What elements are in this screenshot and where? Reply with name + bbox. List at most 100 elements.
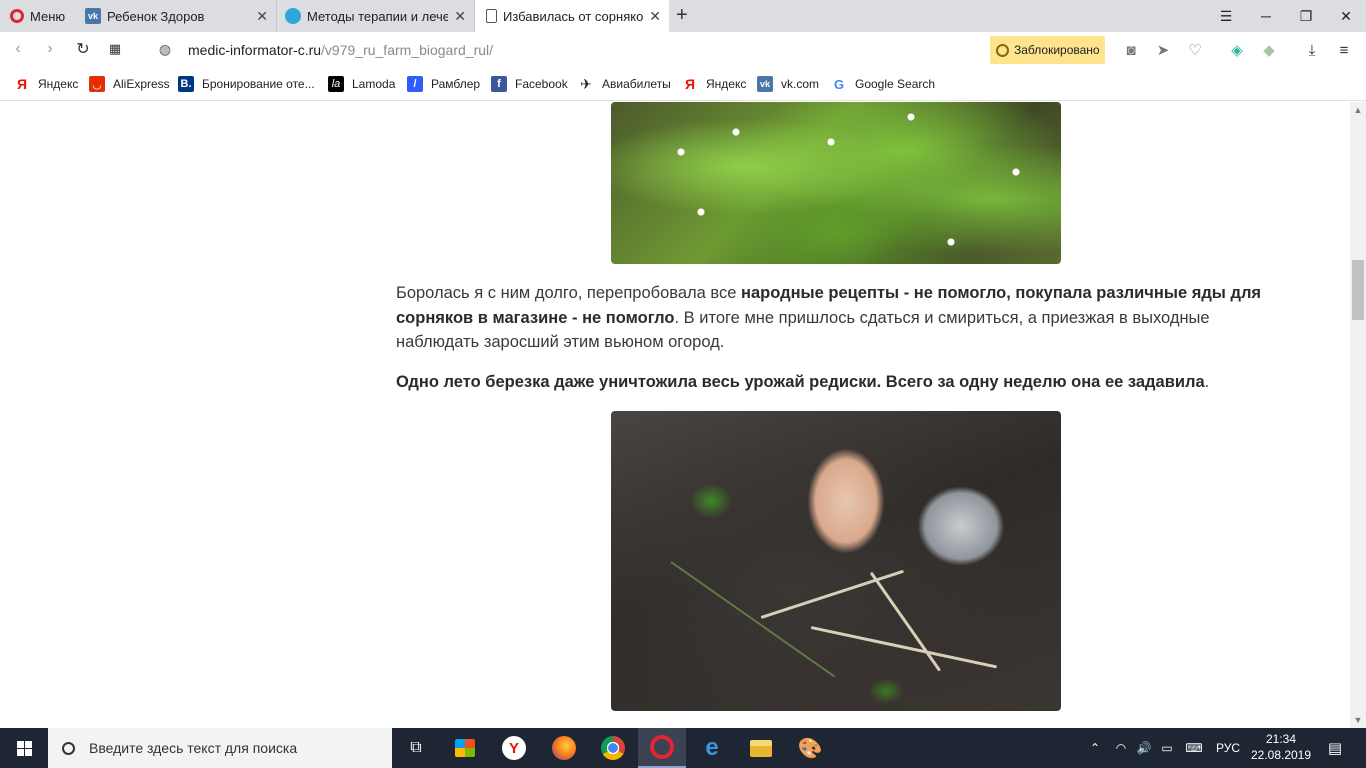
reload-icon[interactable]: ↻: [73, 39, 93, 59]
bookmark-label: Google Search: [855, 77, 936, 91]
back-icon[interactable]: ‹: [8, 39, 28, 59]
notifications-icon[interactable]: ▤: [1320, 728, 1350, 768]
close-tab-icon[interactable]: ✕: [649, 8, 661, 25]
article-paragraph-2: Одно лето березка даже уничтожила весь у…: [396, 370, 1286, 395]
yandex-icon: Я: [16, 76, 28, 92]
cube-extension-icon[interactable]: ◆: [1259, 40, 1279, 60]
bookmark-label: Яндекс: [38, 77, 79, 91]
adblock-label: Заблокировано: [1014, 43, 1100, 57]
minimize-button[interactable]: ─: [1246, 0, 1286, 32]
battery-icon[interactable]: ▭: [1156, 728, 1178, 768]
language-indicator[interactable]: РУС: [1210, 728, 1246, 768]
tab-label: Ребенок Здоров: [107, 8, 205, 24]
yandex-browser-icon[interactable]: Y: [490, 728, 538, 768]
firefox-icon[interactable]: [540, 728, 588, 768]
bookmark-label: Рамблер: [431, 77, 481, 91]
page-icon: [486, 9, 497, 23]
taskbar-search[interactable]: Введите здесь текст для поиска: [48, 728, 392, 768]
file-explorer-icon[interactable]: [737, 728, 785, 768]
p2-bold: Одно лето березка даже уничтожила весь у…: [396, 373, 1205, 391]
block-icon: [996, 43, 1009, 57]
vine-strand: [670, 561, 836, 678]
lamoda-icon: la: [328, 76, 344, 92]
globe-icon[interactable]: ◍: [155, 39, 175, 59]
windows-taskbar: Введите здесь текст для поиска ⧉ Y e 🎨 ⌃…: [0, 728, 1366, 768]
bookmark-label: vk.com: [781, 77, 820, 91]
clock-time: 21:34: [1265, 732, 1297, 746]
windows-logo-icon: [16, 740, 32, 756]
scroll-thumb[interactable]: [1352, 260, 1364, 320]
close-tab-icon[interactable]: ✕: [454, 8, 466, 25]
vpn-extension-icon[interactable]: ◈: [1227, 40, 1247, 60]
bookmark-aliexpress[interactable]: ◡ AliExpress: [89, 75, 170, 93]
close-tab-icon[interactable]: ✕: [256, 8, 268, 25]
root-strand: [869, 571, 942, 672]
show-hidden-icons-icon[interactable]: ⌃: [1084, 728, 1106, 768]
bookmark-google-search[interactable]: G Google Search: [831, 75, 935, 93]
booking-icon: B.: [178, 76, 194, 92]
bookmark-lamoda[interactable]: la Lamoda: [328, 75, 395, 93]
opera-menu-button[interactable]: Меню: [0, 0, 76, 32]
new-tab-button[interactable]: +: [676, 4, 688, 27]
close-window-button[interactable]: ✕: [1326, 0, 1366, 32]
bookmark-yandex-2[interactable]: Я Яндекс: [682, 75, 746, 93]
start-button[interactable]: [0, 728, 48, 768]
keyboard-icon[interactable]: ⌨: [1181, 728, 1207, 768]
bookmark-label: Facebook: [515, 77, 568, 91]
root-strand: [760, 569, 905, 619]
clock-date: 22.08.2019: [1250, 748, 1312, 762]
yandex-icon: Я: [684, 76, 696, 92]
camera-icon[interactable]: ◙: [1121, 40, 1141, 60]
edge-icon[interactable]: e: [688, 728, 736, 768]
bookmark-label: Яндекс: [706, 77, 747, 91]
facebook-icon: f: [491, 76, 507, 92]
store-icon[interactable]: [441, 728, 489, 768]
vk-icon: vk: [757, 76, 773, 92]
article-paragraph-1: Боролась я с ним долго, перепробовала вс…: [396, 281, 1286, 355]
scroll-up-icon[interactable]: ▲: [1350, 102, 1366, 118]
clock[interactable]: 21:34 22.08.2019: [1248, 731, 1314, 763]
vk-icon: vk: [85, 8, 101, 24]
tab-rebenok-zdorov[interactable]: vk Ребенок Здоров ✕: [77, 0, 277, 32]
speed-dial-icon[interactable]: ▦: [105, 39, 125, 59]
bookmark-facebook[interactable]: f Facebook: [491, 75, 568, 93]
search-icon: [62, 741, 75, 755]
maximize-button[interactable]: ❐: [1286, 0, 1326, 32]
tab-metody-terapii[interactable]: Методы терапии и лечени ✕: [277, 0, 475, 32]
bookmark-vk[interactable]: vk vk.com: [757, 75, 819, 93]
bookmark-label: AliExpress: [113, 77, 170, 91]
weed-roots-photo: [611, 411, 1061, 711]
bookmarks-bar: Я Яндекс ◡ AliExpress B. Бронирование от…: [0, 67, 1366, 101]
bookmark-label: Lamoda: [352, 77, 396, 91]
aliexpress-icon: ◡: [89, 76, 105, 92]
network-icon[interactable]: ◠: [1110, 728, 1132, 768]
tab-menu-icon[interactable]: ☰: [1206, 0, 1246, 32]
bookmark-rambler[interactable]: / Рамблер: [407, 75, 480, 93]
chrome-icon[interactable]: [589, 728, 637, 768]
chickweed-photo: [611, 102, 1061, 264]
bookmark-aviabilety[interactable]: ✈ Авиабилеты: [578, 75, 671, 93]
url-field[interactable]: medic-informator-c.ru/v979_ru_farm_bioga…: [188, 42, 493, 58]
site-icon: [285, 8, 301, 24]
menu-label: Меню: [30, 8, 66, 24]
bookmark-booking[interactable]: B. Бронирование оте...: [178, 75, 315, 93]
send-icon[interactable]: ➤: [1153, 40, 1173, 60]
google-icon: G: [833, 76, 845, 92]
scroll-down-icon[interactable]: ▼: [1350, 712, 1366, 728]
tab-izbavilas-active[interactable]: Избавилась от сорняков н ✕: [475, 0, 669, 32]
opera-icon[interactable]: [638, 728, 686, 768]
adblock-badge[interactable]: Заблокировано: [990, 36, 1105, 64]
volume-icon[interactable]: 🔊: [1133, 728, 1155, 768]
bookmark-yandex[interactable]: Я Яндекс: [14, 75, 78, 93]
task-view-icon[interactable]: ⧉: [392, 728, 440, 768]
download-icon[interactable]: ⤓: [1302, 40, 1322, 60]
url-path: /v979_ru_farm_biogard_rul/: [321, 42, 494, 58]
vertical-scrollbar[interactable]: ▲ ▼: [1350, 102, 1366, 728]
forward-icon[interactable]: ›: [40, 39, 60, 59]
easy-setup-icon[interactable]: ≡: [1334, 40, 1354, 60]
rambler-icon: /: [407, 76, 423, 92]
root-strand: [810, 626, 998, 669]
tab-strip: Меню vk Ребенок Здоров ✕ Методы терапии …: [0, 0, 1366, 32]
heart-icon[interactable]: ♡: [1185, 40, 1205, 60]
paint-icon[interactable]: 🎨: [786, 728, 834, 768]
